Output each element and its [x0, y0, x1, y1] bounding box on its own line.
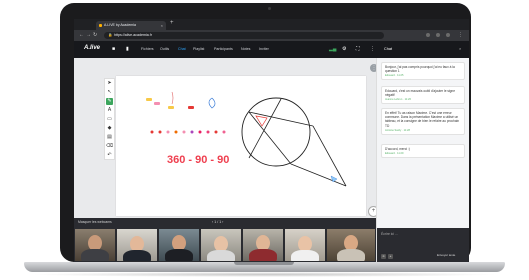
cursor-icon[interactable]: ↖	[106, 89, 113, 96]
participant-body	[337, 249, 365, 261]
more-icon[interactable]: ⋮	[370, 46, 375, 52]
favicon-icon	[99, 24, 102, 27]
new-tab-button[interactable]: +	[170, 20, 174, 26]
participant-tile[interactable]	[75, 229, 115, 261]
camera-icon[interactable]: ■	[112, 46, 115, 52]
table-icon[interactable]: ▤	[106, 134, 113, 141]
chat-message: En effet! Tu as raison Maxime. C'est une…	[381, 108, 465, 135]
menu-files[interactable]: Fichiers	[141, 47, 154, 51]
menu-playlist[interactable]: Playlist	[193, 47, 204, 51]
chat-message-meta: Antoine Sardy · 11:28	[385, 128, 410, 132]
participant-body	[165, 249, 193, 261]
webcam-lens	[268, 7, 271, 10]
participant-tile[interactable]	[117, 229, 157, 261]
participant-body	[81, 249, 109, 261]
shapes-icon[interactable]: ◆	[106, 125, 113, 132]
drawing-layer	[150, 91, 347, 187]
chat-message-meta: Edouard · 11:29	[385, 152, 404, 156]
tab-title: A.LIVE by Academia	[104, 23, 136, 27]
extension-icon[interactable]	[426, 33, 430, 37]
chat-message: Bonjour, j'ai pas compris pourquoi j'ai …	[381, 62, 465, 81]
chat-message: Edouard, c'est un mauvais oubli d'ajoute…	[381, 86, 465, 105]
forward-icon[interactable]: →	[86, 32, 91, 38]
chat-message: D'accord, merci :) Edouard · 11:29	[381, 144, 465, 159]
chat-close-icon[interactable]: ×	[459, 46, 461, 51]
undo-icon[interactable]: ↶	[106, 152, 113, 159]
menu-chat[interactable]: Chat	[178, 47, 186, 51]
extension-icon[interactable]	[436, 33, 440, 37]
pen-icon[interactable]: ✎	[106, 98, 113, 105]
laptop-shadow	[30, 272, 499, 277]
marker-dots	[150, 130, 226, 134]
address-bar-row: ← → ↻ 🔒 https://alive.academia.fr ⋮	[74, 30, 469, 41]
geometry-figure	[241, 97, 347, 187]
app-header: A.live ■ ▮ Fichiers Outils Chat Playlist…	[74, 41, 469, 58]
signal-icon: ▂▄	[329, 46, 337, 52]
participant-tile[interactable]	[285, 229, 325, 261]
url-field[interactable]: 🔒 https://alive.academia.fr	[104, 32, 384, 39]
participants-strip	[74, 228, 376, 262]
pointer-icon[interactable]: ➤	[106, 80, 113, 87]
menu-notes[interactable]: Notes	[241, 47, 250, 51]
url-text: https://alive.academia.fr	[114, 33, 152, 37]
chat-panel-title: Chat	[384, 47, 393, 51]
hide-webcams-button[interactable]: Masquer les webcams	[78, 220, 112, 224]
menu-tools[interactable]: Outils	[160, 47, 169, 51]
bracket-doodle	[171, 91, 216, 109]
chat-message-meta: Edouard · 11:25	[385, 74, 404, 78]
chat-message-text: D'accord, merci :)	[385, 147, 410, 151]
laptop-notch	[234, 262, 294, 265]
chat-panel: Bonjour, j'ai pas compris pourquoi j'ai …	[376, 58, 469, 262]
participants-pager[interactable]: ‹ 1 / 1 ›	[212, 220, 223, 224]
workspace: ⋮ ➤ ↖ ✎ A ▭ ◆ ▤ ⌫ ↶ 360 - 90 - 90 + Masq…	[74, 58, 379, 262]
fullscreen-icon[interactable]: ⛶	[356, 46, 360, 52]
browser-tab[interactable]: A.LIVE by Academia ×	[96, 21, 166, 30]
drawing-toolbar: ➤ ↖ ✎ A ▭ ◆ ▤ ⌫ ↶	[104, 78, 115, 160]
participant-tile[interactable]	[243, 229, 283, 261]
participant-body	[207, 250, 235, 261]
browser-tab-bar: A.LIVE by Academia × +	[74, 19, 469, 36]
back-icon[interactable]: ←	[79, 32, 84, 38]
profile-avatar[interactable]	[446, 33, 450, 37]
chat-message-text: Bonjour, j'ai pas compris pourquoi j'ai …	[385, 65, 455, 74]
chat-message-meta: Jeanne Lebrun · 11:26	[385, 98, 411, 102]
emoji-icon[interactable]: ☺	[381, 254, 386, 259]
participant-tile[interactable]	[201, 229, 241, 261]
participant-tile[interactable]	[159, 229, 199, 261]
lock-icon: 🔒	[108, 33, 113, 37]
browser-menu-icon[interactable]: ⋮	[458, 32, 463, 38]
attach-icon[interactable]: +	[388, 254, 393, 259]
tab-close-icon[interactable]: ×	[161, 21, 163, 30]
menu-participants[interactable]: Participants	[214, 47, 233, 51]
chat-message-text: Edouard, c'est un mauvais oubli d'ajoute…	[385, 89, 455, 98]
participants-bar: Masquer les webcams ‹ 1 / 1 ›	[74, 218, 376, 228]
rectangle-icon[interactable]: ▭	[106, 116, 113, 123]
participant-body	[123, 250, 151, 261]
screen: A.LIVE by Academia × + ← → ↻ 🔒 https://a…	[74, 19, 469, 262]
participant-body	[249, 249, 277, 261]
microphone-icon[interactable]: ▮	[126, 46, 129, 52]
chat-message-text: En effet! Tu as raison Maxime. C'est une…	[385, 111, 460, 128]
formula-text: 360 - 90 - 90	[167, 154, 230, 166]
whiteboard[interactable]: 360 - 90 - 90	[116, 76, 366, 216]
eraser-icon[interactable]: ⌫	[106, 143, 113, 150]
chat-input-area[interactable]: Écrire ici ... ☺ + Envoyer texte	[377, 228, 469, 262]
text-icon[interactable]: A	[106, 107, 113, 114]
reload-icon[interactable]: ↻	[93, 32, 97, 38]
gear-icon[interactable]: ⚙	[342, 46, 346, 52]
chat-input-placeholder: Écrire ici ...	[381, 232, 398, 236]
menu-invite[interactable]: Inviter	[259, 47, 269, 51]
app-logo: A.live	[84, 45, 101, 51]
participant-body	[291, 250, 319, 261]
send-button[interactable]: Envoyer texte	[437, 253, 455, 257]
participant-tile[interactable]	[327, 229, 375, 261]
